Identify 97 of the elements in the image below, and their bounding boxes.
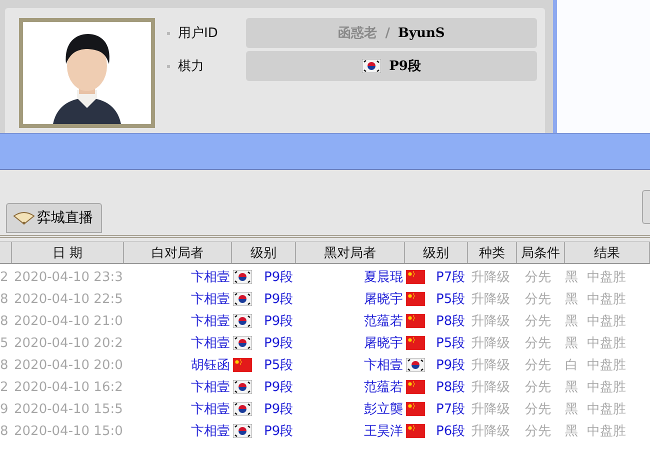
player-name: 彭立龑 (363, 401, 403, 418)
table-cell-text: 5 (0, 336, 10, 350)
rank-cell-text: P9段 (263, 423, 294, 440)
player-name: 王昊洋 (363, 423, 403, 440)
column-header[interactable]: 级别 (405, 242, 468, 263)
date-cell-text: 2020-04-10 23:3 (13, 270, 124, 284)
user-name: 函惑老 (338, 25, 378, 42)
player-name: 夏晨琨 (363, 269, 403, 286)
player-name: 卞相壹 (190, 313, 230, 330)
result-cell-text: 中盘胜 (586, 357, 627, 374)
result-cell-text: 中盘胜 (586, 313, 627, 330)
type-cell-text: 升降级 (470, 357, 511, 374)
winner-cell-text: 黑 (565, 269, 579, 286)
field-value: ByunS (398, 26, 445, 40)
player-name: 胡钰函 (190, 357, 230, 374)
rank-cell-text: P9段 (263, 313, 294, 330)
tab[interactable]: 弈城直播 (6, 203, 102, 233)
type-cell-text: 升降级 (470, 291, 511, 308)
date-cell-text: 2020-04-10 15:0 (13, 424, 124, 438)
field-label: 棋力 (178, 58, 205, 75)
rank-cell-text: P7段 (435, 269, 466, 286)
date-cell-text: 2020-04-10 16:2 (13, 380, 124, 394)
date-cell-text: 2020-04-10 15:5 (13, 402, 124, 416)
field-value: P9段 (389, 58, 421, 75)
rank-cell-text: P8段 (435, 313, 466, 330)
condition-cell-text: 分先 (524, 291, 552, 308)
column-header[interactable]: 种类 (468, 242, 517, 263)
rank-cell-text: P9段 (263, 269, 294, 286)
date-cell-text: 2020-04-10 22:5 (13, 292, 124, 306)
condition-cell-text: 分先 (524, 423, 552, 440)
result-cell-text: 中盘胜 (586, 379, 627, 396)
date-cell-text: 2020-04-10 21:0 (13, 314, 124, 328)
type-cell-text: 升降级 (470, 269, 511, 286)
rank-cell-text: P8段 (435, 379, 466, 396)
rank-cell-text: P5段 (435, 291, 466, 308)
date-cell-text: 2020-04-10 20:2 (13, 336, 124, 350)
rank-cell-text: P5段 (263, 357, 294, 374)
condition-cell-text: 分先 (524, 379, 552, 396)
column-header[interactable]: 白对局者 (124, 242, 232, 263)
rank-cell-text: P9段 (263, 291, 294, 308)
rank-cell-text: P7段 (435, 401, 466, 418)
table-cell-text: 2 (0, 270, 10, 284)
table-cell-text: 8 (0, 424, 10, 438)
rank-cell-text: P9段 (263, 335, 294, 352)
winner-cell-text: 黑 (565, 379, 579, 396)
table-cell-text: 9 (0, 402, 10, 416)
result-cell-text: 中盘胜 (586, 291, 627, 308)
winner-cell-text: 黑 (565, 335, 579, 352)
type-cell-text: 升降级 (470, 335, 511, 352)
rank-cell-text: P9段 (435, 357, 466, 374)
player-name: 卞相壹 (363, 357, 403, 374)
player-name: 卞相壹 (190, 401, 230, 418)
player-name: 范蕴若 (363, 313, 403, 330)
column-header[interactable]: 日 期 (12, 242, 124, 263)
column-header[interactable]: 黑对局者 (296, 242, 405, 263)
type-cell-text: 升降级 (470, 401, 511, 418)
condition-cell-text: 分先 (524, 269, 552, 286)
condition-cell-text: 分先 (524, 357, 552, 374)
type-cell-text: 升降级 (470, 313, 511, 330)
table-cell-text: 8 (0, 358, 10, 372)
rank-cell-text: P5段 (435, 335, 466, 352)
scroll-handle[interactable] (642, 190, 650, 224)
rank-cell-text: P9段 (263, 379, 294, 396)
winner-cell-text: 黑 (565, 313, 579, 330)
result-cell-text: 中盘胜 (586, 269, 627, 286)
separator: / (385, 26, 390, 40)
player-name: 卞相壹 (190, 291, 230, 308)
condition-cell-text: 分先 (524, 313, 552, 330)
fan-icon (13, 211, 35, 225)
player-name: 卞相壹 (190, 269, 230, 286)
result-cell-text: 中盘胜 (586, 401, 627, 418)
player-name: 范蕴若 (363, 379, 403, 396)
winner-cell-text: 黑 (565, 291, 579, 308)
player-name: 屠晓宇 (363, 291, 403, 308)
column-header[interactable]: 级别 (232, 242, 296, 263)
winner-cell-text: 白 (565, 357, 579, 374)
field-label: 用户ID (178, 25, 219, 42)
result-cell-text: 中盘胜 (586, 335, 627, 352)
table-cell-text: 8 (0, 292, 10, 306)
rank-cell-text: P9段 (263, 401, 294, 418)
winner-cell-text: 黑 (565, 401, 579, 418)
type-cell-text: 升降级 (470, 379, 511, 396)
type-cell-text: 升降级 (470, 423, 511, 440)
player-name: 屠晓宇 (363, 335, 403, 352)
result-cell-text: 中盘胜 (586, 423, 627, 440)
rank-cell-text: P6段 (435, 423, 466, 440)
player-name: 卞相壹 (190, 379, 230, 396)
date-cell-text: 2020-04-10 20:0 (13, 358, 124, 372)
table-cell-text: 2 (0, 380, 10, 394)
column-header[interactable]: 局条件 (517, 242, 565, 263)
winner-cell-text: 黑 (565, 423, 579, 440)
player-name: 卞相壹 (190, 423, 230, 440)
condition-cell-text: 分先 (524, 335, 552, 352)
column-header[interactable]: 结果 (565, 242, 650, 263)
player-name: 卞相壹 (190, 335, 230, 352)
table-cell-text: 8 (0, 314, 10, 328)
condition-cell-text: 分先 (524, 401, 552, 418)
